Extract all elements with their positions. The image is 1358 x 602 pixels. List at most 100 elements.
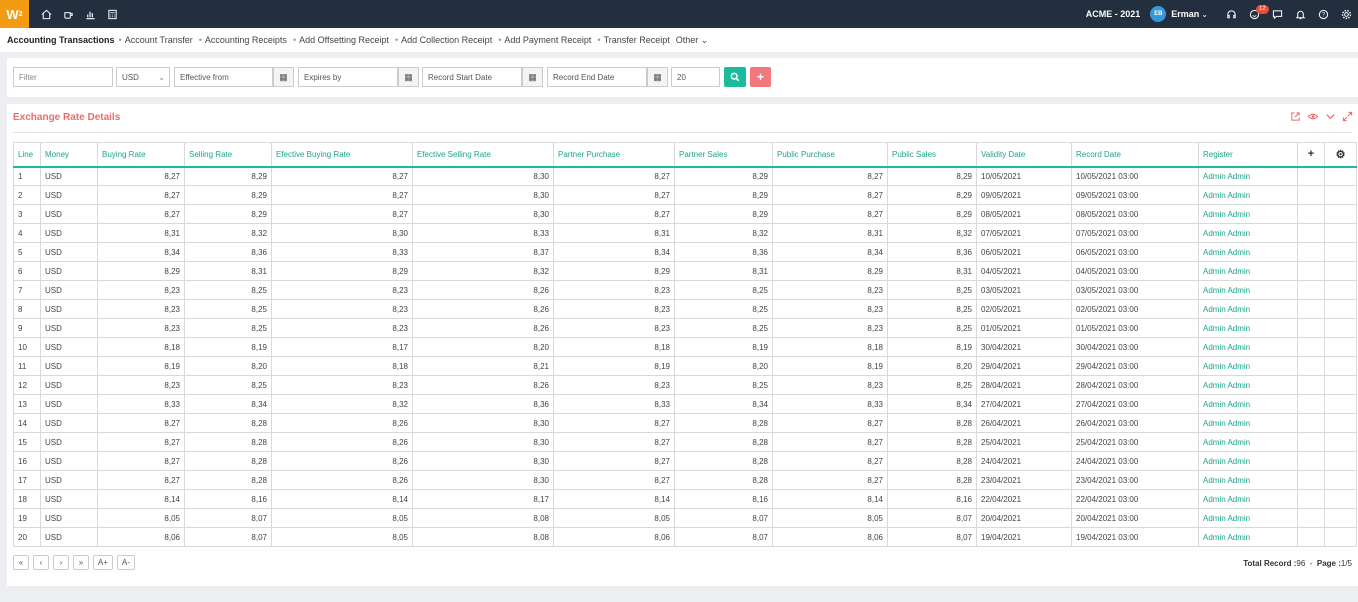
table-row[interactable]: 15 USD 8,27 8,28 8,26 8,30 8,27 8,28 8,27 8,28 25/…	[13, 432, 1357, 452]
font-increase-button[interactable]: A+	[93, 555, 114, 570]
coffee-icon[interactable]	[57, 0, 79, 28]
table-row[interactable]: 3 USD 8,27 8,29 8,27 8,30 8,27 8,29 8,27 8,29 08/0…	[13, 204, 1357, 224]
nav-item-add-payment-receipt[interactable]: Add Payment Receipt	[504, 35, 591, 45]
action-cell[interactable]	[1324, 223, 1357, 243]
nav-item-account-transfer[interactable]: Account Transfer	[125, 35, 193, 45]
notification-icon[interactable]: 12	[1243, 0, 1269, 28]
user-name[interactable]: Erman	[1171, 9, 1199, 19]
register-link[interactable]: Admin Admin	[1198, 166, 1298, 186]
column-header[interactable]: ⚙	[1324, 142, 1357, 168]
prev-page-button[interactable]: ‹	[33, 555, 49, 570]
action-cell[interactable]	[1297, 356, 1325, 376]
action-cell[interactable]	[1324, 508, 1357, 528]
register-link[interactable]: Admin Admin	[1198, 394, 1298, 414]
action-cell[interactable]	[1297, 432, 1325, 452]
collapse-icon[interactable]	[1325, 111, 1336, 125]
bar-chart-icon[interactable]	[79, 0, 101, 28]
action-cell[interactable]	[1297, 299, 1325, 319]
register-link[interactable]: Admin Admin	[1198, 223, 1298, 243]
export-icon[interactable]	[1290, 111, 1301, 125]
column-header[interactable]: Money	[40, 142, 98, 168]
column-header[interactable]: Validity Date	[976, 142, 1072, 168]
action-cell[interactable]	[1324, 489, 1357, 509]
register-link[interactable]: Admin Admin	[1198, 261, 1298, 281]
nav-item-add-collection-receipt[interactable]: Add Collection Receipt	[401, 35, 492, 45]
page-size-input[interactable]: 20	[671, 67, 720, 87]
record-end-date-input[interactable]: Record End Date	[547, 67, 647, 87]
expires-by-input[interactable]: Expires by	[298, 67, 398, 87]
action-cell[interactable]	[1324, 394, 1357, 414]
column-header[interactable]: Record Date	[1071, 142, 1199, 168]
table-row[interactable]: 5 USD 8,34 8,36 8,33 8,37 8,34 8,36 8,34 8,36 06/0…	[13, 242, 1357, 262]
action-cell[interactable]	[1297, 470, 1325, 490]
search-button[interactable]	[724, 67, 746, 87]
add-button[interactable]: +	[750, 67, 771, 87]
column-header[interactable]: Partner Sales	[674, 142, 773, 168]
action-cell[interactable]	[1324, 261, 1357, 281]
action-cell[interactable]	[1297, 337, 1325, 357]
action-cell[interactable]	[1324, 451, 1357, 471]
action-cell[interactable]	[1297, 394, 1325, 414]
bell-icon[interactable]	[1289, 0, 1312, 28]
nav-item-accounting-receipts[interactable]: Accounting Receipts	[205, 35, 287, 45]
action-cell[interactable]	[1324, 337, 1357, 357]
column-header[interactable]: Selling Rate	[184, 142, 272, 168]
action-cell[interactable]	[1297, 413, 1325, 433]
register-link[interactable]: Admin Admin	[1198, 299, 1298, 319]
register-link[interactable]: Admin Admin	[1198, 242, 1298, 262]
table-row[interactable]: 11 USD 8,19 8,20 8,18 8,21 8,19 8,20 8,19 8,20 29/…	[13, 356, 1357, 376]
calendar-icon[interactable]: ▦	[522, 67, 543, 87]
chat-icon[interactable]	[1266, 0, 1289, 28]
table-row[interactable]: 14 USD 8,27 8,28 8,26 8,30 8,27 8,28 8,27 8,28 26/…	[13, 413, 1357, 433]
action-cell[interactable]	[1297, 508, 1325, 528]
register-link[interactable]: Admin Admin	[1198, 527, 1298, 547]
register-link[interactable]: Admin Admin	[1198, 508, 1298, 528]
action-cell[interactable]	[1324, 356, 1357, 376]
action-cell[interactable]	[1297, 242, 1325, 262]
nav-item-add-offsetting-receipt[interactable]: Add Offsetting Receipt	[299, 35, 389, 45]
table-row[interactable]: 12 USD 8,23 8,25 8,23 8,26 8,23 8,25 8,23 8,25 28/…	[13, 375, 1357, 395]
column-header[interactable]: Partner Purchase	[553, 142, 675, 168]
register-link[interactable]: Admin Admin	[1198, 470, 1298, 490]
action-cell[interactable]	[1324, 204, 1357, 224]
table-row[interactable]: 9 USD 8,23 8,25 8,23 8,26 8,23 8,25 8,23 8,25 01/0…	[13, 318, 1357, 338]
column-header[interactable]: Line	[13, 142, 41, 168]
action-cell[interactable]	[1324, 432, 1357, 452]
table-row[interactable]: 13 USD 8,33 8,34 8,32 8,36 8,33 8,34 8,33 8,34 27/…	[13, 394, 1357, 414]
action-cell[interactable]	[1324, 470, 1357, 490]
calendar-icon[interactable]: ▦	[398, 67, 419, 87]
action-cell[interactable]	[1297, 375, 1325, 395]
column-header[interactable]: Efective Selling Rate	[412, 142, 554, 168]
table-row[interactable]: 20 USD 8,06 8,07 8,05 8,08 8,06 8,07 8,06 8,07 19/…	[13, 527, 1357, 547]
table-row[interactable]: 17 USD 8,27 8,28 8,26 8,30 8,27 8,28 8,27 8,28 23/…	[13, 470, 1357, 490]
column-header[interactable]: Register	[1198, 142, 1298, 168]
table-row[interactable]: 4 USD 8,31 8,32 8,30 8,33 8,31 8,32 8,31 8,32 07/0…	[13, 223, 1357, 243]
table-row[interactable]: 1 USD 8,27 8,29 8,27 8,30 8,27 8,29 8,27 8,29 10/0…	[13, 166, 1357, 186]
table-row[interactable]: 18 USD 8,14 8,16 8,14 8,17 8,14 8,16 8,14 8,16 22/…	[13, 489, 1357, 509]
eye-icon[interactable]	[1307, 111, 1319, 125]
column-header[interactable]: Public Sales	[887, 142, 977, 168]
chevron-down-icon[interactable]: ⌄	[1201, 10, 1208, 19]
app-logo[interactable]: W2	[0, 0, 29, 28]
action-cell[interactable]	[1297, 185, 1325, 205]
action-cell[interactable]	[1324, 242, 1357, 262]
currency-select[interactable]: USD ⌄	[116, 67, 170, 87]
register-link[interactable]: Admin Admin	[1198, 432, 1298, 452]
register-link[interactable]: Admin Admin	[1198, 318, 1298, 338]
table-row[interactable]: 19 USD 8,05 8,07 8,05 8,08 8,05 8,07 8,05 8,07 20/…	[13, 508, 1357, 528]
table-row[interactable]: 8 USD 8,23 8,25 8,23 8,26 8,23 8,25 8,23 8,25 02/0…	[13, 299, 1357, 319]
column-header[interactable]: Public Purchase	[772, 142, 888, 168]
calendar-icon[interactable]: ▦	[647, 67, 668, 87]
headset-icon[interactable]	[1220, 0, 1243, 28]
calculator-icon[interactable]	[101, 0, 123, 28]
action-cell[interactable]	[1297, 489, 1325, 509]
column-header[interactable]: +	[1297, 142, 1325, 168]
action-cell[interactable]	[1297, 204, 1325, 224]
filter-input[interactable]: Filter	[13, 67, 113, 87]
action-cell[interactable]	[1297, 223, 1325, 243]
action-cell[interactable]	[1324, 185, 1357, 205]
column-header[interactable]: Efective Buying Rate	[271, 142, 413, 168]
calendar-icon[interactable]: ▦	[273, 67, 294, 87]
register-link[interactable]: Admin Admin	[1198, 280, 1298, 300]
register-link[interactable]: Admin Admin	[1198, 204, 1298, 224]
